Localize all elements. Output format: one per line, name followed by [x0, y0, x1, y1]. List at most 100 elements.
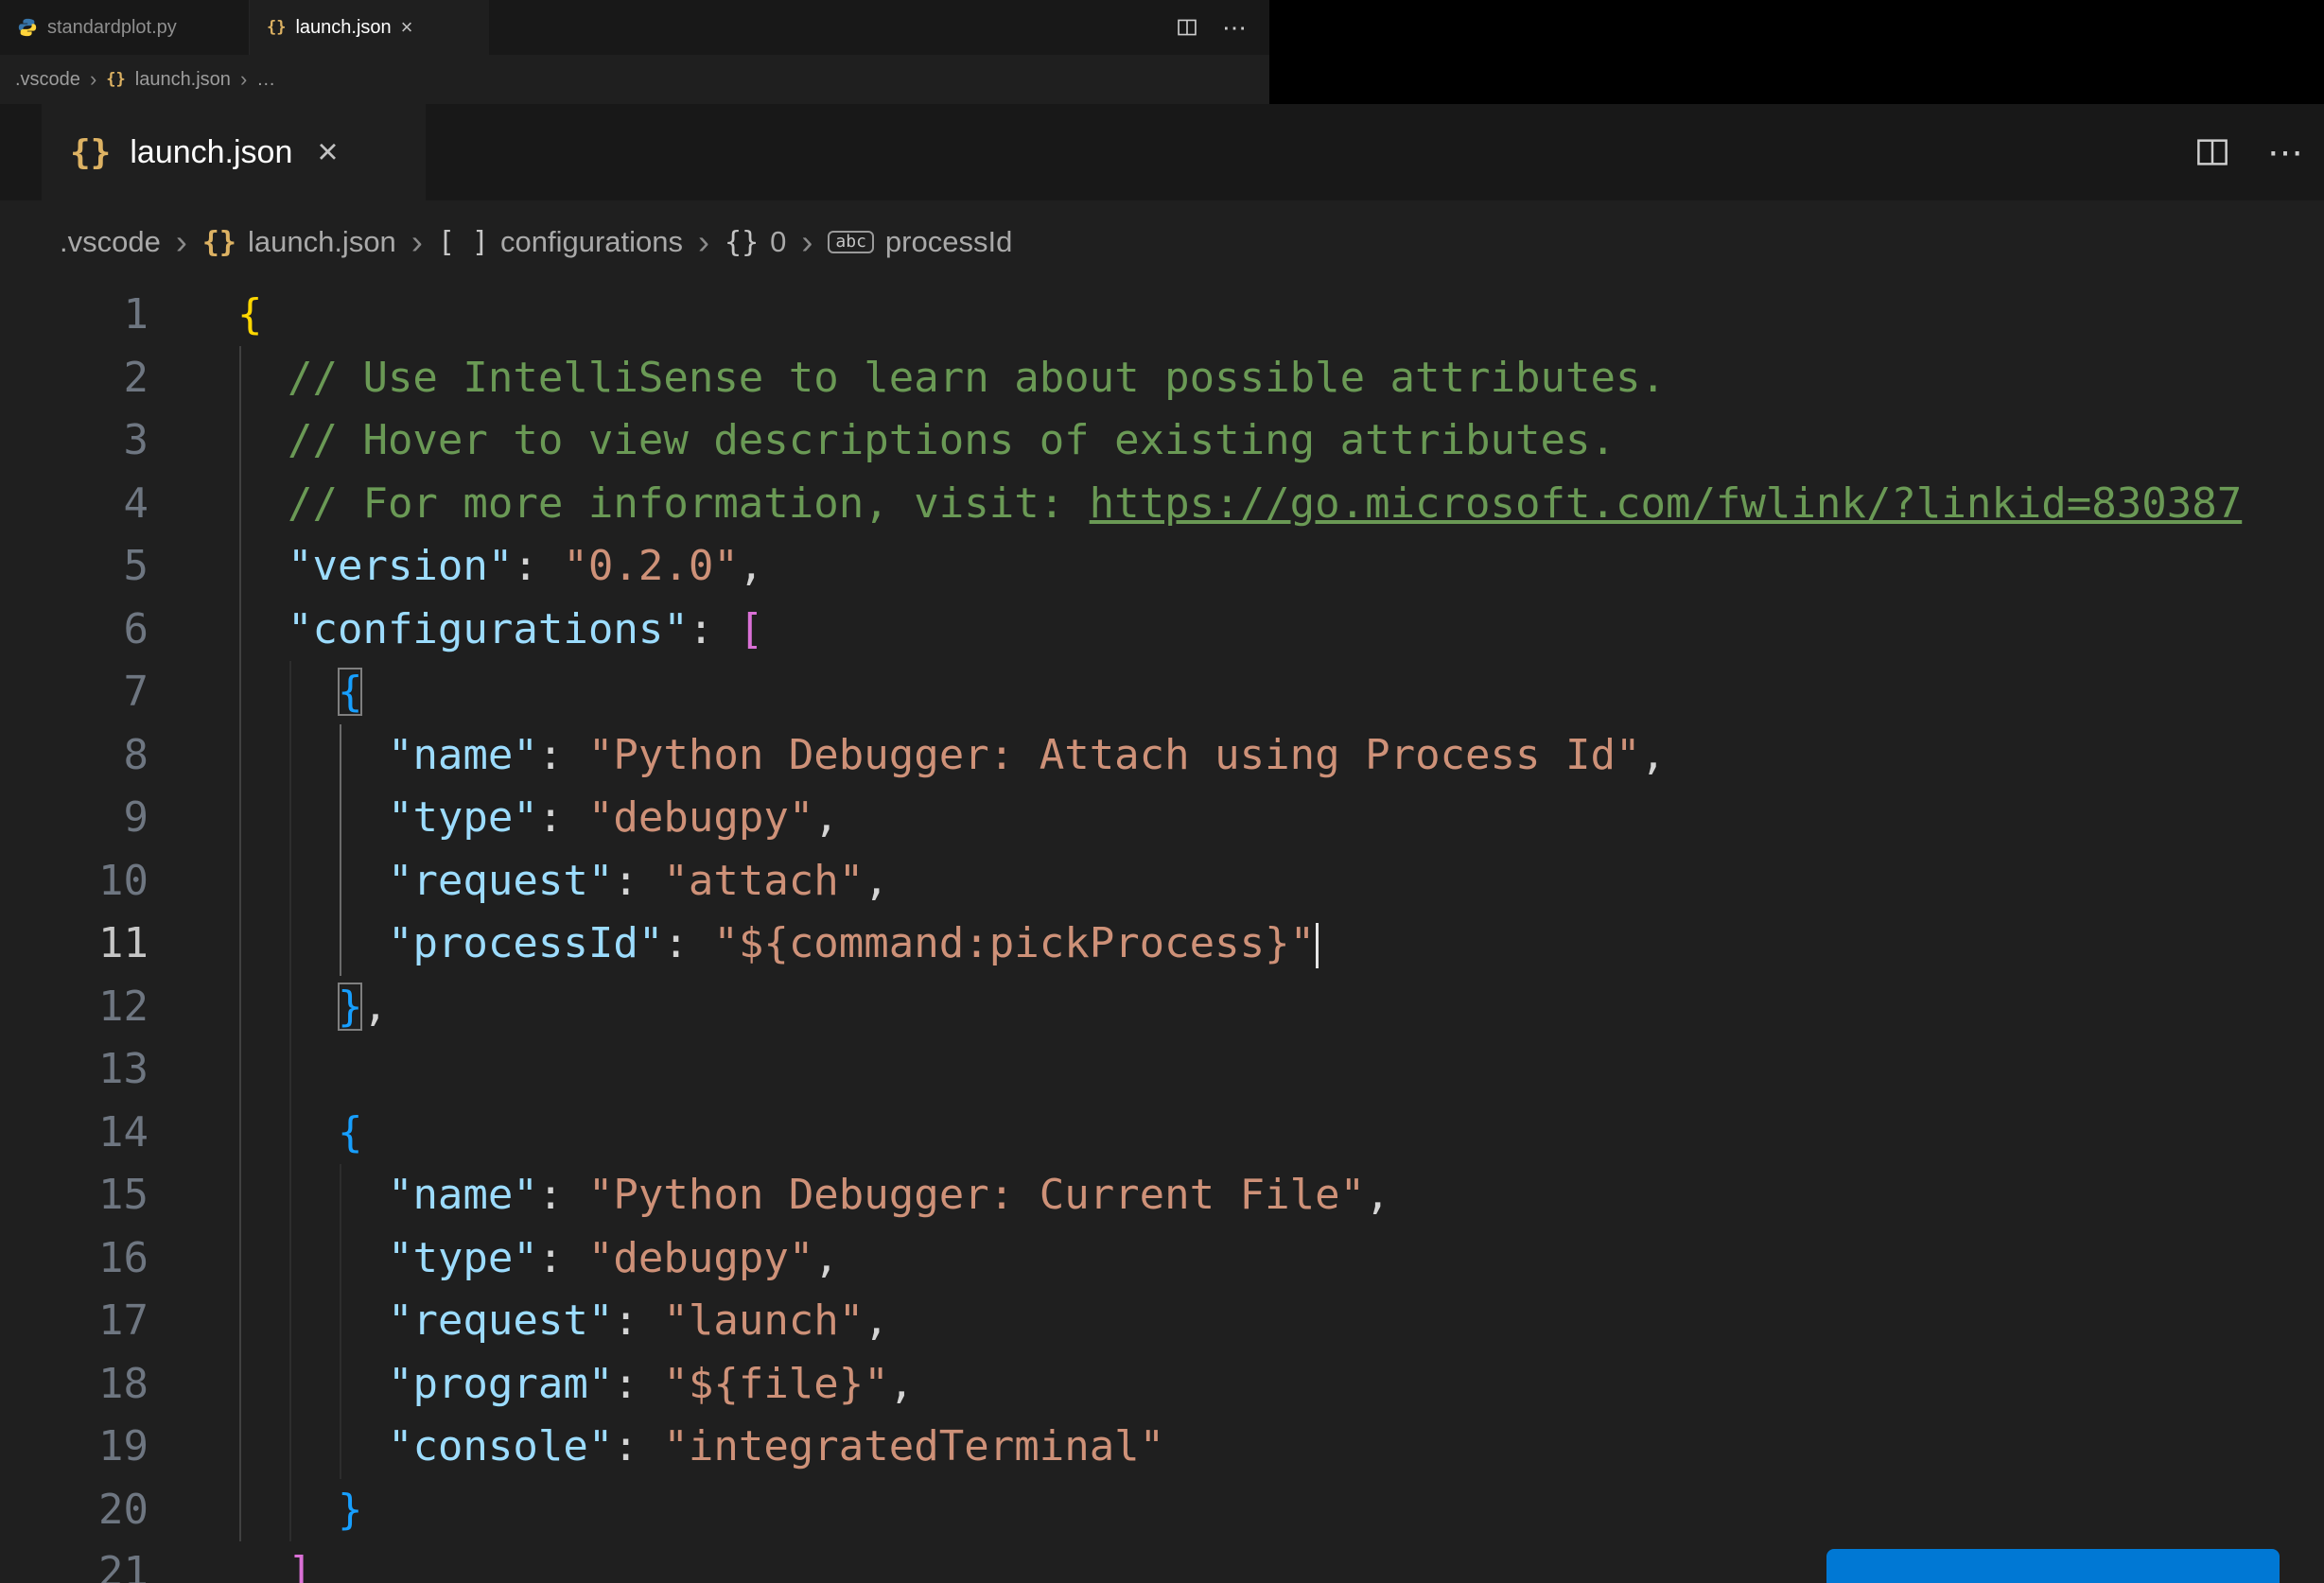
line-content: { — [237, 661, 363, 724]
breadcrumb-overflow[interactable]: … — [256, 69, 275, 91]
breadcrumb-item-vscode[interactable]: .vscode — [15, 69, 80, 91]
code-token: , — [738, 542, 764, 590]
code-line[interactable]: 10 "request": "attach", — [0, 850, 2324, 913]
code-line[interactable]: 14 { — [0, 1102, 2324, 1165]
line-number[interactable]: 8 — [0, 724, 149, 788]
code-line[interactable]: 1{ — [0, 284, 2324, 347]
line-number[interactable]: 6 — [0, 599, 149, 662]
code-token: } — [337, 1485, 363, 1534]
code-token: : — [537, 1233, 588, 1282]
code-line[interactable]: 11 "processId": "${command:pickProcess}" — [0, 913, 2324, 976]
line-number[interactable]: 16 — [0, 1227, 149, 1291]
line-number[interactable]: 5 — [0, 535, 149, 599]
code-line[interactable]: 2 // Use IntelliSense to learn about pos… — [0, 347, 2324, 410]
line-number[interactable]: 10 — [0, 850, 149, 913]
breadcrumb-item-configurations[interactable]: configurations — [438, 225, 683, 259]
code-token: , — [813, 793, 839, 842]
more-actions-icon[interactable]: ⋯ — [1222, 13, 1247, 43]
code-line[interactable]: 20 } — [0, 1479, 2324, 1542]
link[interactable]: https://go.microsoft.com/fwlink/?linkid=… — [1090, 479, 2243, 528]
breadcrumb-item-processid[interactable]: processId — [828, 225, 1012, 259]
chevron-separator-icon — [698, 222, 709, 262]
split-editor-icon[interactable] — [1177, 17, 1197, 38]
line-number[interactable]: 18 — [0, 1353, 149, 1417]
line-number[interactable]: 14 — [0, 1102, 149, 1165]
code-line[interactable]: 8 "name": "Python Debugger: Attach using… — [0, 724, 2324, 788]
code-editor[interactable]: 1{2 // Use IntelliSense to learn about p… — [0, 284, 2324, 1583]
line-number[interactable]: 20 — [0, 1479, 149, 1542]
line-number[interactable]: 9 — [0, 787, 149, 850]
line-number[interactable]: 2 — [0, 347, 149, 410]
code-line[interactable]: 16 "type": "debugpy", — [0, 1227, 2324, 1291]
code-token: "name" — [387, 730, 538, 779]
breadcrumb-item-launch-json[interactable]: launch.json — [135, 69, 231, 91]
code-token: "Python Debugger: Current File" — [587, 1171, 1366, 1219]
close-tab-icon[interactable]: × — [317, 134, 338, 170]
array-symbol-icon — [438, 226, 489, 259]
line-number[interactable]: 21 — [0, 1541, 149, 1583]
line-content: "program": "${file}", — [237, 1353, 914, 1417]
code-line[interactable]: 9 "type": "debugpy", — [0, 787, 2324, 850]
code-token: : — [613, 856, 664, 905]
split-editor-icon[interactable] — [2195, 135, 2229, 169]
line-number[interactable]: 12 — [0, 976, 149, 1039]
more-actions-icon[interactable]: ⋯ — [2267, 131, 2303, 174]
code-token: : — [537, 730, 588, 779]
code-line[interactable]: 18 "program": "${file}", — [0, 1353, 2324, 1417]
line-number[interactable]: 13 — [0, 1038, 149, 1102]
close-tab-icon[interactable]: × — [401, 17, 413, 38]
line-content: "console": "integratedTerminal" — [237, 1416, 1164, 1479]
line-number[interactable]: 7 — [0, 661, 149, 724]
code-token: "type" — [387, 793, 538, 842]
line-content: "request": "launch", — [237, 1290, 889, 1353]
line-number[interactable]: 15 — [0, 1164, 149, 1227]
code-token: , — [864, 856, 889, 905]
line-number[interactable]: 4 — [0, 473, 149, 536]
breadcrumb-item--vscode[interactable]: .vscode — [60, 225, 161, 259]
code-token: "${file}" — [663, 1359, 889, 1408]
code-line[interactable]: 5 "version": "0.2.0", — [0, 535, 2324, 599]
code-token: , — [813, 1233, 839, 1282]
chevron-separator-icon — [176, 222, 187, 262]
line-content: // Hover to view descriptions of existin… — [237, 409, 1616, 473]
code-line[interactable]: 19 "console": "integratedTerminal" — [0, 1416, 2324, 1479]
code-token: "request" — [387, 1296, 614, 1345]
code-line[interactable]: 12 }, — [0, 976, 2324, 1039]
breadcrumb-item-0[interactable]: 0 — [725, 225, 786, 259]
code-line[interactable]: 17 "request": "launch", — [0, 1290, 2324, 1353]
tab-launch-json[interactable]: launch.json × — [250, 0, 489, 55]
line-content: }, — [237, 976, 388, 1039]
code-line[interactable]: 6 "configurations": [ — [0, 599, 2324, 662]
code-line[interactable]: 21 ] — [0, 1541, 2324, 1583]
json-file-icon — [106, 70, 125, 89]
code-token: "console" — [387, 1422, 614, 1470]
line-content: ] — [237, 1541, 313, 1583]
code-line[interactable]: 7 { — [0, 661, 2324, 724]
editor-tab-launch-json[interactable]: launch.json × — [42, 104, 426, 200]
code-token: "integratedTerminal" — [663, 1422, 1165, 1470]
line-number[interactable]: 11 — [0, 913, 149, 976]
tab-standardplot-py[interactable]: standardplot.py — [0, 0, 250, 55]
code-line[interactable]: 3 // Hover to view descriptions of exist… — [0, 409, 2324, 473]
line-number[interactable]: 19 — [0, 1416, 149, 1479]
breadcrumb-item-launch-json[interactable]: launch.json — [202, 225, 396, 259]
line-number[interactable]: 3 — [0, 409, 149, 473]
code-line[interactable]: 4 // For more information, visit: https:… — [0, 473, 2324, 536]
code-token: [ — [738, 604, 764, 653]
code-line[interactable]: 13 — [0, 1038, 2324, 1102]
code-token: "program" — [387, 1359, 614, 1408]
code-line[interactable]: 15 "name": "Python Debugger: Current Fil… — [0, 1164, 2324, 1227]
line-content: "request": "attach", — [237, 850, 889, 913]
line-number[interactable]: 1 — [0, 284, 149, 347]
line-number[interactable]: 17 — [0, 1290, 149, 1353]
code-lines: 1{2 // Use IntelliSense to learn about p… — [0, 284, 2324, 1583]
breadcrumb-label: 0 — [770, 225, 787, 258]
